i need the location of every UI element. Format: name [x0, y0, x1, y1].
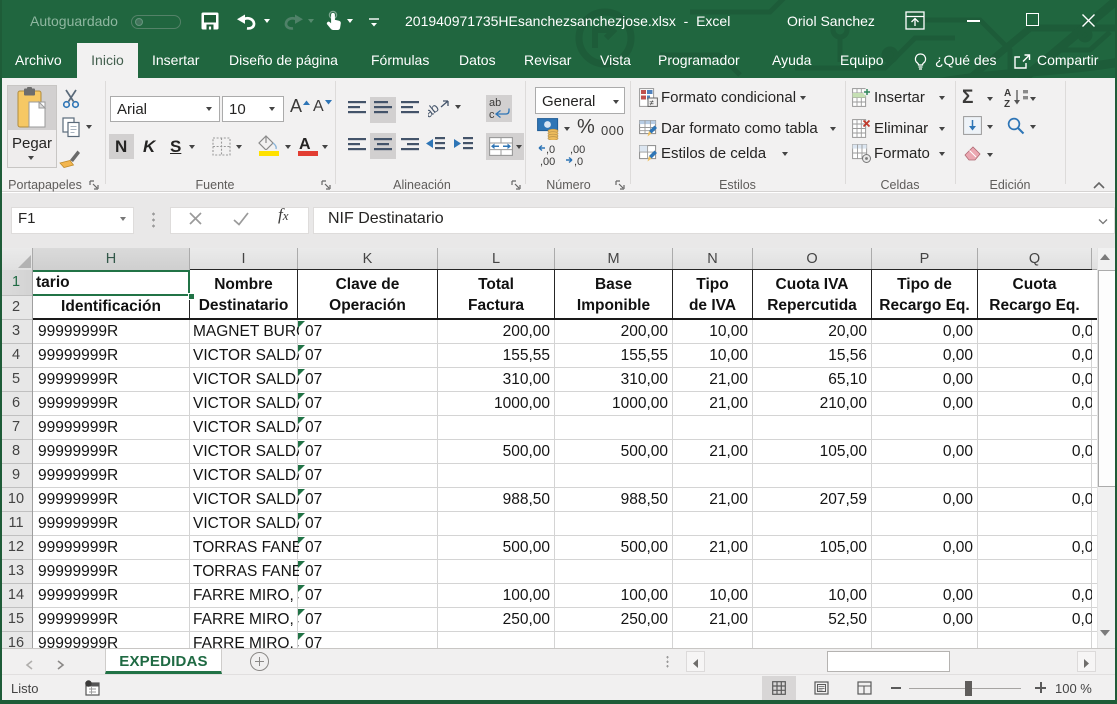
svg-text:≠: ≠	[650, 99, 655, 108]
svg-text:A: A	[1004, 88, 1011, 99]
svg-text:,0: ,0	[574, 156, 583, 168]
svg-text:c: c	[489, 109, 495, 120]
svg-text:Z: Z	[1004, 99, 1010, 108]
svg-text:,0: ,0	[546, 144, 555, 156]
svg-text:,00: ,00	[570, 144, 585, 156]
svg-text:ab: ab	[489, 97, 501, 109]
svg-text:ab: ab	[428, 100, 442, 119]
svg-text:,00: ,00	[540, 156, 555, 168]
